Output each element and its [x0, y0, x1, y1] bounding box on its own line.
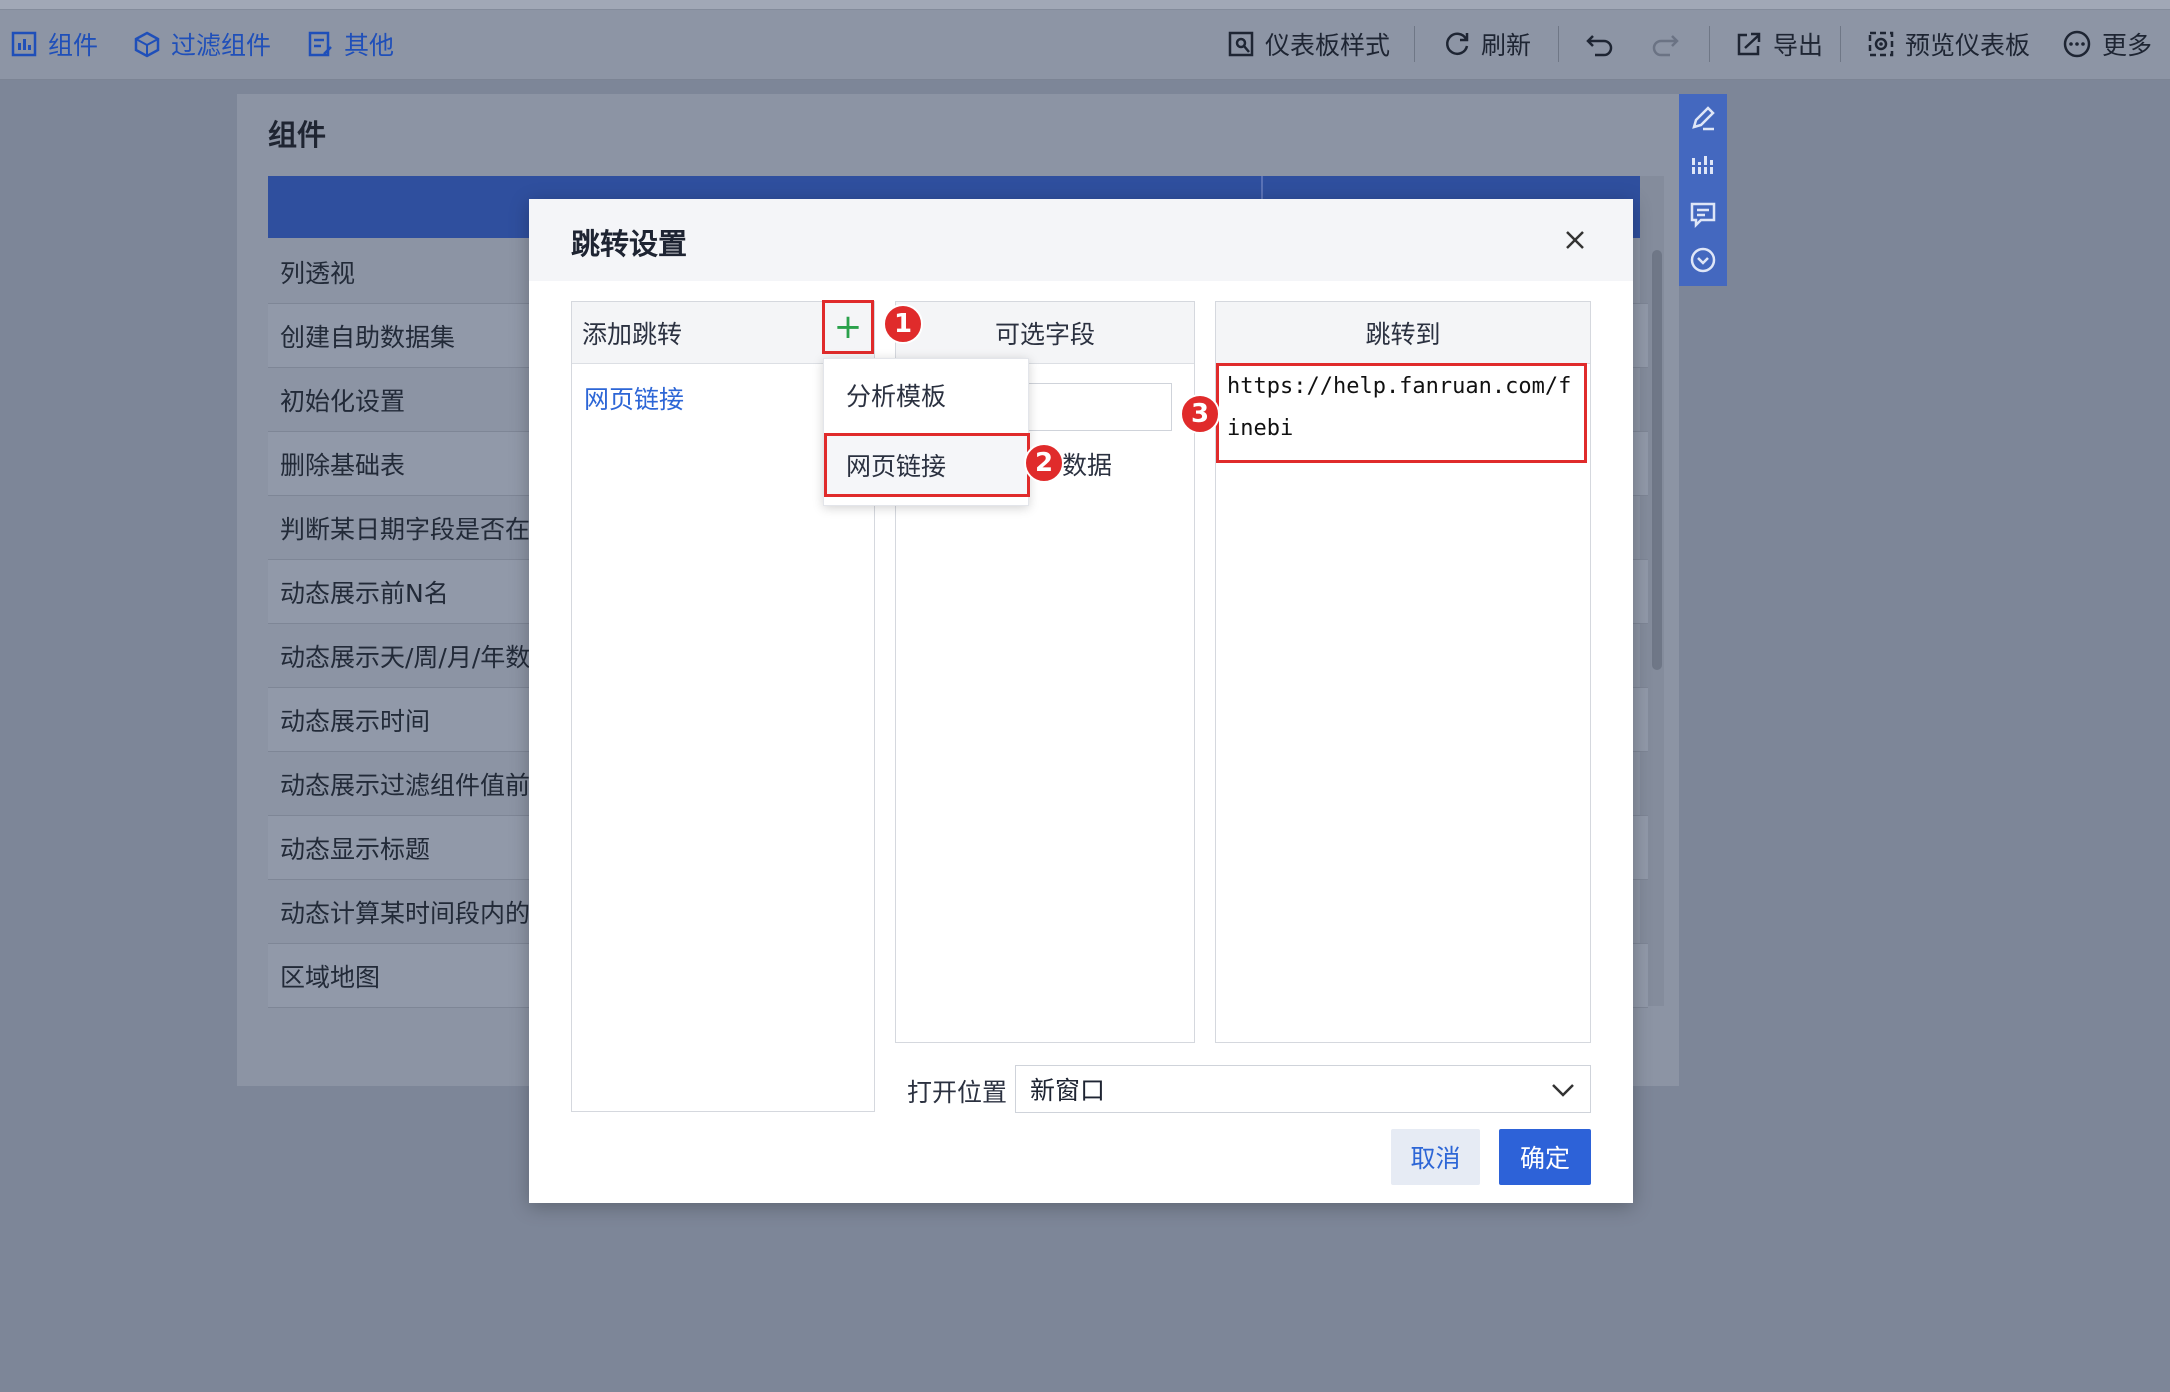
dialog-title: 跳转设置: [571, 227, 688, 261]
more-button[interactable]: 更多: [2062, 24, 2152, 64]
jump-to-label: 跳转到: [1365, 319, 1441, 349]
jump-settings-dialog: 跳转设置 添加跳转 网页链接 可选字段 跳转到: [529, 199, 1633, 1203]
filter-component-label: 过滤组件: [171, 31, 272, 60]
component-side-toolbar: [1679, 94, 1727, 286]
edit-icon[interactable]: [1689, 104, 1717, 132]
redo-icon: [1652, 35, 1679, 57]
open-position-label: 打开位置: [907, 1078, 1008, 1107]
refresh-icon: [1446, 32, 1469, 56]
separator: [1558, 26, 1559, 62]
add-jump-label: 添加跳转: [582, 319, 683, 349]
scrollbar[interactable]: [1652, 250, 1662, 670]
open-position-value: 新窗口: [1030, 1076, 1106, 1105]
cube-icon: [134, 31, 160, 58]
dropdown-item-web-link[interactable]: 网页链接: [824, 433, 1030, 497]
comment-icon[interactable]: [1689, 200, 1717, 228]
row-label: 列透视: [280, 258, 356, 288]
chevron-down-icon: [1552, 1084, 1574, 1097]
step-badge-1: 1: [883, 304, 923, 344]
preview-dashboard-button[interactable]: 预览仪表板: [1867, 24, 2030, 64]
document-edit-icon: [308, 31, 332, 57]
jump-type-dropdown: 分析模板 网页链接: [823, 358, 1030, 506]
row-label: 动态计算某时间段内的新: [280, 898, 556, 928]
step-badge-2: 2: [1024, 443, 1064, 483]
row-label: 创建自助数据集: [280, 322, 456, 352]
bar-chart-icon[interactable]: [1689, 152, 1717, 180]
confirm-button[interactable]: 确定: [1499, 1129, 1591, 1185]
more-label: 更多: [2102, 31, 2153, 60]
refresh-button[interactable]: 刷新: [1443, 24, 1531, 64]
jump-to-header: 跳转到: [1216, 302, 1590, 364]
component-icon: [11, 31, 37, 57]
row-label: 动态展示前N名: [280, 578, 449, 608]
plus-icon: +: [833, 307, 863, 347]
step-badge-3: 3: [1180, 394, 1220, 434]
row-label: 区域地图: [280, 962, 381, 992]
other-button[interactable]: 其他: [306, 24, 394, 64]
dashboard-style-icon: [1228, 31, 1254, 57]
other-label: 其他: [344, 31, 395, 60]
open-position-select[interactable]: 新窗口: [1015, 1065, 1591, 1113]
row-label: 判断某日期字段是否在打: [280, 514, 556, 544]
dialog-header: 跳转设置: [529, 199, 1633, 281]
jump-item-web-link[interactable]: 网页链接: [584, 380, 684, 416]
top-toolbar: 组件 过滤组件 其他 仪表板样式 刷新 导出 预览仪表板 更多: [0, 0, 2170, 80]
row-label: 动态展示时间: [280, 706, 431, 736]
row-label: 初始化设置: [280, 386, 406, 416]
refresh-label: 刷新: [1481, 31, 1532, 60]
undo-icon: [1586, 35, 1613, 57]
add-jump-button[interactable]: +: [822, 300, 874, 354]
dropdown-item-analysis-template[interactable]: 分析模板: [824, 363, 1030, 427]
separator: [1414, 26, 1415, 62]
dashboard-style-label: 仪表板样式: [1265, 31, 1391, 60]
preview-dashboard-label: 预览仪表板: [1905, 31, 2031, 60]
export-button[interactable]: 导出: [1735, 24, 1823, 64]
row-label: 动态显示标题: [280, 834, 431, 864]
optional-fields-header: 可选字段: [896, 302, 1194, 364]
filter-component-button[interactable]: 过滤组件: [133, 24, 271, 64]
cancel-button[interactable]: 取消: [1391, 1129, 1480, 1185]
preview-icon: [1868, 31, 1894, 57]
row-label: 动态展示天/周/月/年数据: [280, 642, 556, 672]
field-search-input[interactable]: [1020, 383, 1172, 431]
optional-fields-label: 可选字段: [994, 319, 1095, 349]
component-label: 组件: [48, 31, 99, 60]
row-label: 动态展示过滤组件值前后: [280, 770, 556, 800]
separator: [1709, 26, 1710, 62]
redo-button[interactable]: [1650, 24, 1690, 64]
separator: [1840, 26, 1841, 62]
panel-title: 组件: [268, 118, 327, 152]
url-input[interactable]: https://help.fanruan.com/finebi: [1216, 363, 1587, 463]
component-button[interactable]: 组件: [10, 24, 98, 64]
more-icon: [2063, 30, 2091, 58]
field-item[interactable]: 数据: [1062, 446, 1112, 482]
dashboard-style-button[interactable]: 仪表板样式: [1227, 24, 1390, 64]
row-label: 删除基础表: [280, 450, 406, 480]
export-icon: [1737, 32, 1761, 56]
export-label: 导出: [1773, 31, 1824, 60]
undo-button[interactable]: [1585, 24, 1625, 64]
close-icon[interactable]: [1558, 223, 1592, 257]
chevron-down-circle-icon[interactable]: [1689, 246, 1717, 274]
top-border: [0, 0, 2170, 10]
